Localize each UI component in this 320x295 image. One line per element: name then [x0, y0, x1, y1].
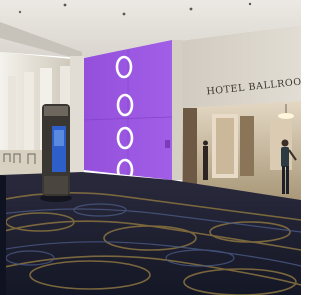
column	[70, 56, 84, 178]
wall-pilaster	[172, 40, 182, 180]
info-kiosk	[40, 104, 72, 202]
purple-wall-panel	[83, 40, 173, 180]
photo-scene: HOTEL BALLROOMS	[0, 0, 301, 295]
scene-canvas: HOTEL BALLROOMS	[0, 0, 301, 295]
distant-person-head	[203, 140, 208, 146]
distant-person	[203, 146, 208, 180]
